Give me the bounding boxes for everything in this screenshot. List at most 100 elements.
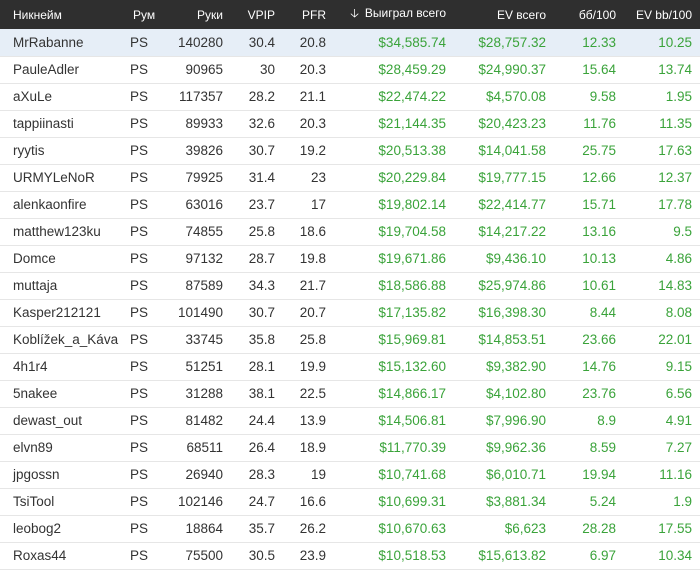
col-room-header[interactable]: Рум	[120, 0, 162, 29]
cell-hands: 39826	[185, 143, 223, 158]
arrow-down-icon: 🡣	[350, 6, 359, 20]
cell-bb100: 6.97	[589, 548, 616, 563]
col-evbb100-header[interactable]: EV bb/100	[624, 0, 700, 29]
cell-room: PS	[130, 440, 149, 455]
cell-nick[interactable]: TsiTool	[0, 488, 120, 515]
table-row[interactable]: muttaja PS 87589 34.3 21.7 $18,586.88 $25,974.…	[0, 272, 700, 299]
cell-nick[interactable]: Koblížek_a_Káva	[0, 326, 120, 353]
table-row[interactable]: matthew123ku PS 74855 25.8 18.6 $19,704.58 $14…	[0, 218, 700, 245]
cell-vpip: 34.3	[248, 278, 275, 293]
col-pfr-header[interactable]: PFR	[283, 0, 334, 29]
table-row[interactable]: MrRabanne PS 140280 30.4 20.8 $34,585.74 $28,7…	[0, 29, 700, 56]
table-row[interactable]: 5nakee PS 31288 38.1 22.5 $14,866.17 $4,102.80…	[0, 380, 700, 407]
table-row[interactable]: Koblížek_a_Káva PS 33745 35.8 25.8 $15,969.81…	[0, 326, 700, 353]
table-row[interactable]: Roxas44 PS 75500 30.5 23.9 $10,518.53 $15,613.…	[0, 542, 700, 569]
table-row[interactable]: aXuLe PS 117357 28.2 21.1 $22,474.22 $4,570.08…	[0, 83, 700, 110]
cell-nick[interactable]: dewast_out	[0, 407, 120, 434]
cell-nick[interactable]: 4h1r4	[0, 353, 120, 380]
cell-nick[interactable]: elvn89	[0, 434, 120, 461]
cell-pfr: 23	[310, 170, 326, 185]
table-row[interactable]: alenkaonfire PS 63016 23.7 17 $19,802.14 $22,4…	[0, 191, 700, 218]
cell-vpip: 31.4	[248, 170, 275, 185]
cell-evbb100: 1.95	[665, 89, 692, 104]
cell-won: $22,474.22	[378, 89, 446, 104]
cell-hands: 117357	[178, 89, 223, 104]
table-row[interactable]: ryytis PS 39826 30.7 19.2 $20,513.38 $14,041.5…	[0, 137, 700, 164]
cell-pfr: 21.1	[299, 89, 326, 104]
table-row[interactable]: Domce PS 97132 28.7 19.8 $19,671.86 $9,436.10 1…	[0, 245, 700, 272]
col-nick-header[interactable]: Никнейм	[0, 0, 120, 29]
cell-room: PS	[130, 143, 149, 158]
cell-room: PS	[130, 386, 149, 401]
cell-room: PS	[130, 224, 149, 239]
leaderboard-table: Никнейм Рум Руки VPIP PFR 🡣 Выиграл всего…	[0, 0, 700, 570]
table-row[interactable]: PauleAdler PS 90965 30 20.3 $28,459.29 $24,990…	[0, 56, 700, 83]
cell-room: PS	[130, 359, 149, 374]
cell-evbb100: 13.74	[658, 62, 692, 77]
cell-evbb100: 9.15	[665, 359, 692, 374]
cell-hands: 74855	[185, 224, 223, 239]
cell-nick[interactable]: Kasper212121	[0, 299, 120, 326]
cell-room: PS	[130, 494, 149, 509]
cell-nick[interactable]: jpgossn	[0, 461, 120, 488]
cell-pfr: 20.8	[299, 34, 326, 50]
cell-nick[interactable]: Roxas44	[0, 542, 120, 569]
table-row[interactable]: Kasper212121 PS 101490 30.7 20.7 $17,135.82 $1…	[0, 299, 700, 326]
cell-nick[interactable]: alenkaonfire	[0, 191, 120, 218]
cell-pfr: 19.2	[299, 143, 326, 158]
cell-nick[interactable]: MrRabanne	[0, 29, 120, 56]
cell-evbb100: 9.5	[673, 224, 692, 239]
col-hands-header[interactable]: Руки	[162, 0, 231, 29]
cell-evbb100: 8.08	[665, 305, 692, 320]
cell-ev: $15,613.82	[478, 548, 546, 563]
cell-room: PS	[130, 170, 149, 185]
col-won-header[interactable]: 🡣 Выиграл всего	[334, 0, 454, 29]
cell-nick[interactable]: Domce	[0, 245, 120, 272]
cell-nick[interactable]: matthew123ku	[0, 218, 120, 245]
cell-nick[interactable]: 5nakee	[0, 380, 120, 407]
cell-nick[interactable]: ryytis	[0, 137, 120, 164]
cell-nick[interactable]: URMYLeNoR	[0, 164, 120, 191]
cell-won: $15,132.60	[378, 359, 446, 374]
table-row[interactable]: URMYLeNoR PS 79925 31.4 23 $20,229.84 $19,777.…	[0, 164, 700, 191]
cell-pfr: 19	[310, 467, 326, 482]
cell-evbb100: 4.86	[665, 251, 692, 266]
table-row[interactable]: elvn89 PS 68511 26.4 18.9 $11,770.39 $9,962.36…	[0, 434, 700, 461]
table-row[interactable]: dewast_out PS 81482 24.4 13.9 $14,506.81 $7,99…	[0, 407, 700, 434]
table-body: MrRabanne PS 140280 30.4 20.8 $34,585.74 $28,7…	[0, 29, 700, 569]
cell-ev: $4,570.08	[485, 89, 546, 104]
table-row[interactable]: 4h1r4 PS 51251 28.1 19.9 $15,132.60 $9,382.90 1…	[0, 353, 700, 380]
table-row[interactable]: TsiTool PS 102146 24.7 16.6 $10,699.31 $3,881.…	[0, 488, 700, 515]
cell-evbb100: 17.78	[658, 197, 692, 212]
cell-won: $21,144.35	[378, 116, 446, 131]
cell-won: $19,802.14	[378, 197, 446, 212]
col-vpip-header[interactable]: VPIP	[231, 0, 283, 29]
cell-bb100: 10.13	[582, 251, 616, 266]
cell-pfr: 25.8	[299, 332, 326, 347]
table-row[interactable]: leobog2 PS 18864 35.7 26.2 $10,670.63 $6,623 28…	[0, 515, 700, 542]
table-row[interactable]: jpgossn PS 26940 28.3 19 $10,741.68 $6,010.71 1…	[0, 461, 700, 488]
cell-bb100: 8.44	[589, 305, 616, 320]
cell-won: $19,704.58	[378, 224, 446, 239]
cell-nick[interactable]: muttaja	[0, 272, 120, 299]
cell-nick[interactable]: tappiinasti	[0, 110, 120, 137]
cell-hands: 68511	[186, 440, 223, 455]
col-bb100-header[interactable]: бб/100	[554, 0, 624, 29]
cell-evbb100: 17.55	[658, 521, 692, 536]
cell-ev: $14,853.51	[478, 332, 546, 347]
cell-vpip: 30.5	[248, 548, 275, 563]
cell-evbb100: 14.83	[658, 278, 692, 293]
cell-hands: 75500	[185, 548, 223, 563]
cell-nick[interactable]: aXuLe	[0, 83, 120, 110]
cell-vpip: 28.3	[248, 467, 275, 482]
cell-nick[interactable]: PauleAdler	[0, 56, 120, 83]
cell-won: $18,586.88	[378, 278, 446, 293]
col-ev-header[interactable]: EV всего	[454, 0, 554, 29]
cell-room: PS	[130, 34, 149, 50]
cell-bb100: 19.94	[582, 467, 616, 482]
cell-bb100: 5.24	[589, 494, 616, 509]
cell-nick[interactable]: leobog2	[0, 515, 120, 542]
cell-pfr: 18.6	[299, 224, 326, 239]
cell-hands: 81482	[185, 413, 223, 428]
table-row[interactable]: tappiinasti PS 89933 32.6 20.3 $21,144.35 $20,…	[0, 110, 700, 137]
